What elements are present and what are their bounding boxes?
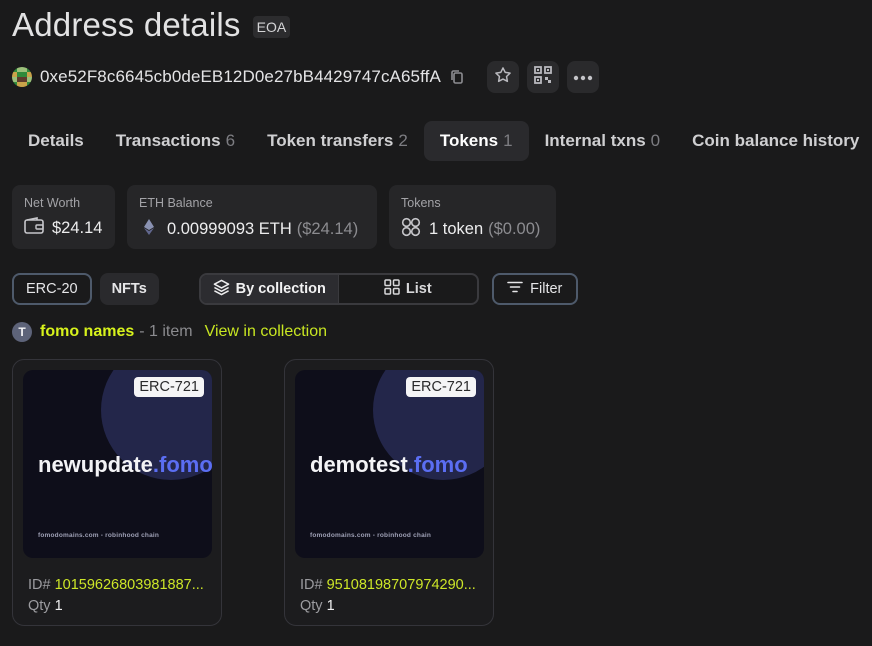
qr-code-button[interactable] [526,61,559,93]
filter-button[interactable]: Filter [491,273,578,305]
address-row: 0xe52F8c6645cb0deEB12D0e27bB4429747cA65f… [12,60,599,94]
star-icon [493,65,513,90]
collection-header: T fomo names - 1 item View in collection [12,322,327,342]
page-title: Address details [12,6,241,43]
tab-label: Tokens [439,131,499,150]
tab-tokens[interactable]: Tokens 1 [423,121,529,161]
qty-label: Qty [300,598,323,614]
domain-name: demotest [310,452,408,477]
qty-label: Qty [28,598,51,614]
eoa-badge: EOA [252,15,291,38]
domain-tld: .fomo [152,452,212,477]
wallet-icon [24,217,44,240]
collection-avatar: T [12,322,32,342]
page-header: Address details EOA [12,6,291,44]
copy-icon[interactable] [449,69,465,85]
tokens-value: 1 token [429,220,484,238]
layers-icon [213,279,230,300]
tab-token-transfers[interactable]: Token transfers 2 [251,121,424,161]
domain-name: newupdate [38,452,153,477]
address-hash[interactable]: 0xe52F8c6645cb0deEB12D0e27bB4429747cA65f… [40,67,441,87]
by-collection-button[interactable]: By collection [200,275,339,303]
list-view-label: List [405,281,432,297]
collection-name-link[interactable]: fomo names [40,323,134,341]
qty-row: Qty 1 [28,598,63,614]
erc20-filter-chip[interactable]: ERC-20 [12,273,92,305]
tab-details[interactable]: Details [12,121,100,161]
star-button[interactable] [486,61,519,93]
domain-tld: .fomo [407,452,468,477]
nft-domain-name: newupdate.fomo [38,452,212,478]
eth-balance-usd: ($24.14) [296,220,359,238]
tab-label: Coin balance history [692,131,860,150]
view-mode-toggle: By collection List [198,273,479,305]
collection-item-count: - 1 item [139,323,193,340]
stats-row: Net Worth $24.14 ETH Balance 0.00999093 … [12,185,556,249]
tokens-label: Tokens [401,196,441,210]
tab-bar: Details Transactions 6 Token transfers 2 T… [12,121,872,161]
nfts-filter-chip[interactable]: NFTs [99,273,159,305]
token-id-link[interactable]: 10159626803981887... [55,577,204,593]
by-collection-label: By collection [235,281,326,297]
tab-count: 6 [225,131,236,150]
token-id-label: ID# [28,577,51,593]
eth-balance-value-row: 0.00999093 ETH ($24.14) [139,217,365,242]
qty-value: 1 [54,598,63,614]
tab-count: 0 [650,131,661,150]
qr-code-icon [533,65,552,89]
nft-image[interactable]: ERC-721 newupdate.fomo fomodomains.com -… [23,370,212,558]
tokens-card: Tokens 1 token ($0.00) [389,185,556,249]
filter-icon [507,281,523,297]
tokens-usd: ($0.00) [488,220,541,238]
nft-footer-text: fomodomains.com - robinhood chain [310,532,432,539]
net-worth-value-row: $24.14 [24,217,103,240]
view-in-collection-link[interactable]: View in collection [205,323,327,341]
tab-label: Token transfers [267,131,394,150]
tokens-value-row: 1 token ($0.00) [401,217,544,242]
qty-value: 1 [326,598,335,614]
tab-internal-txns[interactable]: Internal txns 0 [529,121,677,161]
nft-grid: ERC-721 newupdate.fomo fomodomains.com -… [12,359,494,626]
token-type-badge: ERC-721 [134,377,204,397]
address-avatar [12,67,32,87]
nft-card[interactable]: ERC-721 newupdate.fomo fomodomains.com -… [12,359,222,626]
grid-icon [384,279,400,299]
nft-footer-text: fomodomains.com - robinhood chain [38,532,160,539]
tab-label: Details [28,131,84,150]
token-id-link[interactable]: 95108198707974290... [327,577,476,593]
token-type-badge: ERC-721 [406,377,476,397]
list-view-button[interactable]: List [339,275,477,303]
tab-transactions[interactable]: Transactions 6 [100,121,251,161]
eth-balance-label: ETH Balance [139,196,213,210]
nft-card[interactable]: ERC-721 demotest.fomo fomodomains.com - … [284,359,494,626]
eth-balance-card: ETH Balance 0.00999093 ETH ($24.14) [127,185,377,249]
more-icon [573,68,593,86]
tab-count: 1 [503,131,513,150]
filter-label: Filter [530,281,563,297]
net-worth-label: Net Worth [24,196,81,210]
token-id-row: ID# 10159626803981887... [28,577,213,593]
tab-label: Transactions [115,131,221,150]
nft-domain-name: demotest.fomo [310,452,468,478]
token-id-row: ID# 95108198707974290... [300,577,485,593]
net-worth-value: $24.14 [52,219,103,237]
nft-image[interactable]: ERC-721 demotest.fomo fomodomains.com - … [295,370,484,558]
tab-count: 2 [398,131,408,150]
ethereum-icon [139,217,159,242]
qty-row: Qty 1 [300,598,335,614]
filters-row: ERC-20 NFTs By collection List Filter [12,273,578,305]
tokens-icon [401,217,421,242]
tab-label: Internal txns [544,131,646,150]
token-id-label: ID# [300,577,323,593]
more-button[interactable] [566,61,599,93]
tab-coin-balance-history[interactable]: Coin balance history [676,121,872,161]
net-worth-card: Net Worth $24.14 [12,185,115,249]
eth-balance-value: 0.00999093 ETH [167,220,292,238]
